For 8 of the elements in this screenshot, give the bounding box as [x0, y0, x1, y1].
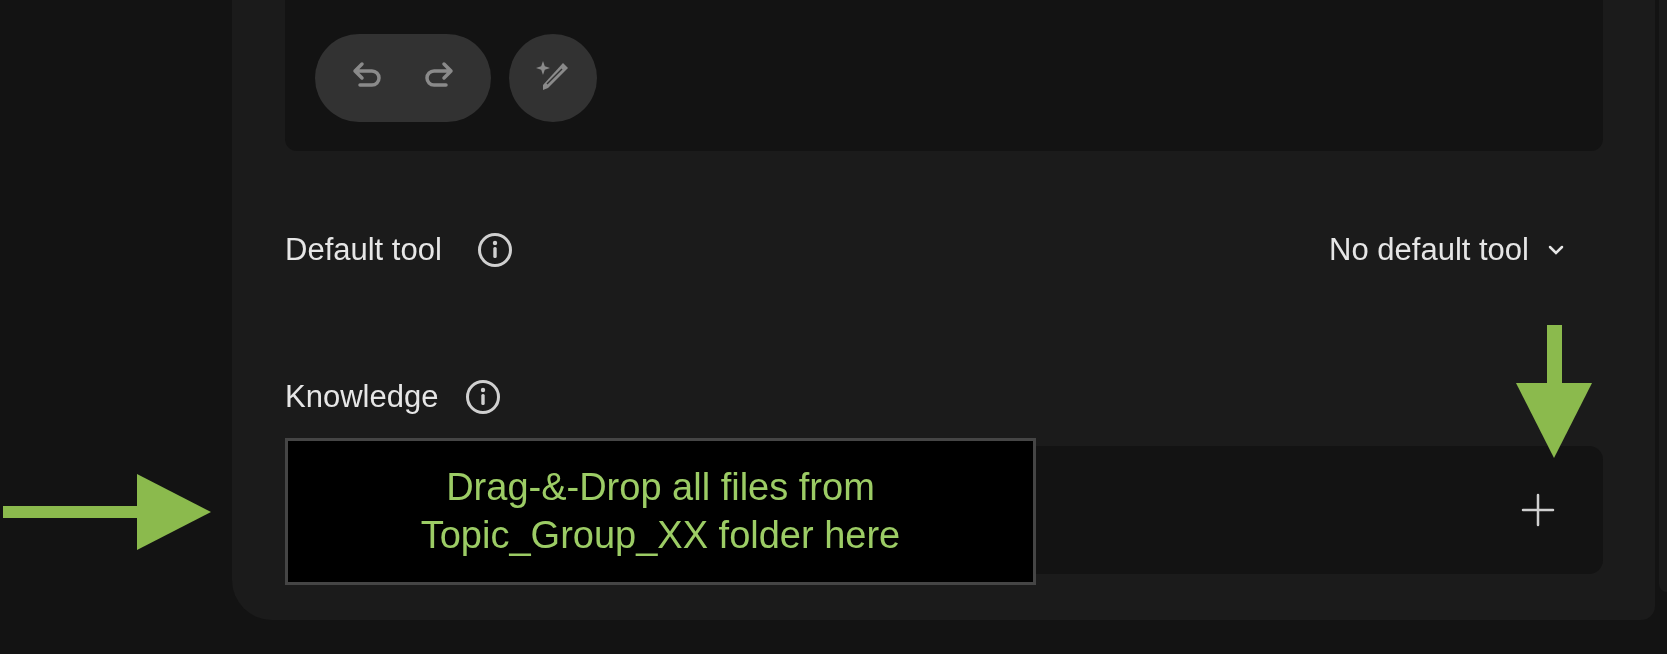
info-icon[interactable] [476, 232, 513, 268]
tool-dropdown[interactable]: No default tool [1329, 232, 1565, 268]
add-icon[interactable] [1521, 493, 1555, 527]
chevron-icon [1547, 244, 1565, 256]
field-label: Default tool [285, 232, 442, 268]
info-icon[interactable] [465, 379, 502, 415]
annotation-text: Drag-&-Drop all files from Topic_Group_XX folder here [420, 465, 901, 558]
field-label: Knowledge [285, 379, 439, 415]
